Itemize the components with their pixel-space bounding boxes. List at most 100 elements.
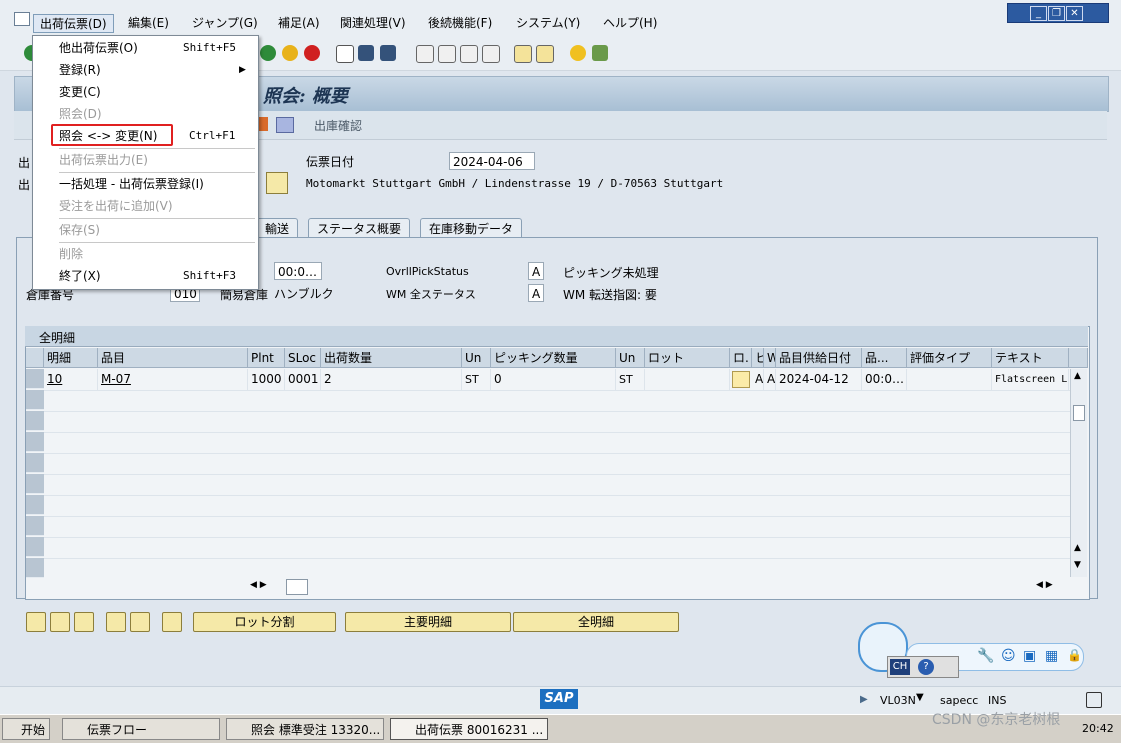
row-selector[interactable]	[26, 516, 44, 536]
scroll-left-icon[interactable]: ◀ ▶	[250, 580, 267, 590]
all-items-button[interactable]: 全明細	[513, 612, 679, 632]
task-delivery[interactable]: 出荷伝票 80016231 ...	[390, 718, 548, 740]
vertical-scrollbar[interactable]: ▲ ▲ ▼	[1070, 369, 1087, 577]
task-sales-order[interactable]: 照会 標準受注 13320...	[226, 718, 384, 740]
row-selector[interactable]	[26, 558, 44, 578]
transaction-code[interactable]: VL03N	[880, 694, 916, 707]
grid-icon[interactable]: ▦	[1045, 648, 1058, 664]
menu-system[interactable]: システム(Y)	[516, 14, 580, 31]
scroll-up-icon[interactable]: ▲	[1074, 371, 1081, 381]
tab-shipment[interactable]: 輸送	[256, 218, 299, 239]
scroll-down-icon[interactable]: ▼	[1074, 560, 1081, 570]
close-icon[interactable]: ✕	[1066, 6, 1083, 21]
row-selector[interactable]	[26, 411, 44, 431]
chevron-down-icon[interactable]: ▼	[916, 692, 924, 703]
col-unit[interactable]: Un	[462, 348, 491, 368]
cancel-icon[interactable]	[304, 45, 320, 61]
shortcut-icon[interactable]	[536, 45, 554, 63]
col-plant[interactable]: Plnt	[248, 348, 285, 368]
col-material[interactable]: 品目	[98, 348, 248, 368]
col-time[interactable]: 品...	[862, 348, 907, 368]
horizontal-scroll-thumb[interactable]	[286, 579, 308, 595]
menu-item-collective-processing[interactable]: 一括処理 - 出荷伝票登録(I)	[33, 174, 258, 194]
restore-icon[interactable]: ❐	[1048, 6, 1065, 21]
partner-details-icon[interactable]	[266, 172, 288, 194]
tab-goods-movement[interactable]: 在庫移動データ	[420, 218, 523, 239]
menu-item-exit[interactable]: 終了(X) Shift+F3	[33, 266, 258, 286]
help-icon[interactable]: ?	[918, 659, 934, 675]
row-selector[interactable]	[26, 537, 44, 557]
insert-row-icon[interactable]	[106, 612, 126, 632]
col-w[interactable]: W.	[764, 348, 776, 368]
menu-subsequent[interactable]: 後続機能(F)	[428, 14, 492, 31]
menu-item-change[interactable]: 変更(C)	[33, 82, 258, 102]
col-text[interactable]: テキスト	[992, 348, 1069, 368]
row-selector[interactable]	[26, 390, 44, 410]
row-selector[interactable]	[26, 474, 44, 494]
col-valuation-type[interactable]: 評価タイプ	[907, 348, 992, 368]
tab-status-overview[interactable]: ステータス概要	[308, 218, 411, 239]
menu-edit[interactable]: 編集(E)	[128, 14, 169, 31]
system-menu-icon[interactable]	[14, 12, 30, 26]
task-doc-flow[interactable]: 伝票フロー	[62, 718, 220, 740]
row-selector[interactable]	[26, 495, 44, 515]
pick-status-field[interactable]: A	[528, 262, 544, 280]
deselect-all-icon[interactable]	[74, 612, 94, 632]
last-page-icon[interactable]	[482, 45, 500, 63]
col-delivery-qty[interactable]: 出荷数量	[321, 348, 462, 368]
row-selector[interactable]	[26, 453, 44, 473]
wm-status-field[interactable]: A	[528, 284, 544, 302]
item-details-icon[interactable]	[26, 612, 46, 632]
menu-delivery[interactable]: 出荷伝票(D)	[33, 14, 114, 33]
row-selector[interactable]	[26, 432, 44, 452]
copy-icon[interactable]	[162, 612, 182, 632]
menu-item-create[interactable]: 登録(R) ▶	[33, 60, 258, 80]
row-selector[interactable]	[26, 369, 44, 389]
menu-item-other-delivery[interactable]: 他出荷伝票(O) Shift+F5	[33, 38, 258, 58]
batch-split-button[interactable]: ロット分割	[193, 612, 336, 632]
wrench-icon[interactable]: 🔧	[977, 648, 994, 664]
layout-icon[interactable]	[592, 45, 608, 61]
col-avail-date[interactable]: 品目供給日付	[776, 348, 862, 368]
col-sloc[interactable]: SLoc	[285, 348, 321, 368]
select-all-column[interactable]	[26, 348, 44, 368]
doc-date-field[interactable]: 2024-04-06	[449, 152, 535, 170]
cell-material[interactable]: M-07	[98, 369, 248, 390]
col-unit-2[interactable]: Un	[616, 348, 645, 368]
menu-extras[interactable]: 補足(A)	[278, 14, 320, 31]
help-icon[interactable]	[570, 45, 586, 61]
table-settings-icon[interactable]	[1069, 348, 1088, 368]
exit-icon[interactable]	[282, 45, 298, 61]
previous-page-icon[interactable]	[438, 45, 456, 63]
col-hi[interactable]: ヒ	[752, 348, 764, 368]
smile-icon[interactable]: ☺	[1001, 648, 1016, 664]
find-icon[interactable]	[358, 45, 374, 61]
scroll-right-icon[interactable]: ◀ ▶	[1036, 580, 1053, 590]
status-expand-icon[interactable]: ▶	[860, 694, 868, 705]
cell-item[interactable]: 10	[44, 369, 98, 390]
lock-icon[interactable]: 🔒	[1067, 648, 1082, 662]
back-icon[interactable]	[260, 45, 276, 61]
post-goods-issue-button[interactable]: 出庫確認	[314, 117, 362, 134]
language-indicator[interactable]: CH	[890, 659, 910, 675]
col-ro[interactable]: ロ.	[730, 348, 752, 368]
scroll-up-icon[interactable]: ▲	[1074, 543, 1081, 553]
batch-icon[interactable]	[276, 117, 294, 133]
cell-ro-input[interactable]	[732, 371, 750, 388]
find-next-icon[interactable]	[380, 45, 396, 61]
col-batch[interactable]: ロット	[645, 348, 730, 368]
start-button[interactable]: 开始	[2, 718, 50, 740]
col-item[interactable]: 明細	[44, 348, 98, 368]
delete-row-icon[interactable]	[130, 612, 150, 632]
scroll-thumb[interactable]	[1073, 405, 1085, 421]
next-page-icon[interactable]	[460, 45, 478, 63]
first-page-icon[interactable]	[416, 45, 434, 63]
new-session-icon[interactable]	[514, 45, 532, 63]
main-items-button[interactable]: 主要明細	[345, 612, 511, 632]
menu-help[interactable]: ヘルプ(H)	[603, 14, 657, 31]
time-field[interactable]: 00:0…	[274, 262, 322, 280]
shirt-icon[interactable]: ▣	[1023, 648, 1036, 664]
menu-jump[interactable]: ジャンプ(G)	[192, 14, 258, 31]
col-picked-qty[interactable]: ピッキング数量	[491, 348, 616, 368]
minimize-icon[interactable]: _	[1030, 6, 1047, 21]
